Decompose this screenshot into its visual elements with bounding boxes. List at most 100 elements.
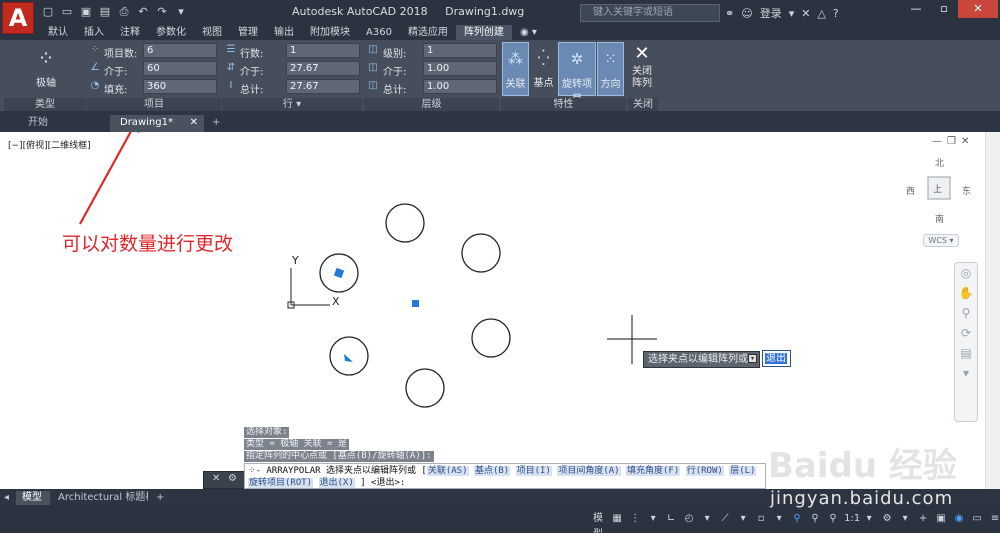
showmotion-icon[interactable]: ▤ (955, 343, 977, 363)
option-levels[interactable]: 层(L) (729, 466, 757, 476)
ribbon-toggle-icon[interactable]: ◉ ▾ (512, 25, 545, 40)
user-icon[interactable]: ☺ (741, 7, 752, 20)
print-icon[interactable]: ⎙ (116, 4, 132, 20)
snap-icon[interactable]: ⋮ (628, 511, 642, 527)
dropdown-icon[interactable]: ▾ (772, 511, 786, 527)
steering-wheel-icon[interactable]: ◎ (955, 263, 977, 283)
option-exit[interactable]: 退出(X) (318, 478, 355, 488)
option-rotate-items[interactable]: 旋转项目(ROT) (248, 478, 314, 488)
save-icon[interactable]: ▣ (78, 4, 94, 20)
tab-output[interactable]: 输出 (266, 25, 302, 40)
tab-view[interactable]: 视图 (194, 25, 230, 40)
isodraft-icon[interactable]: ⟋ (718, 511, 732, 527)
option-base-point[interactable]: 基点(B) (473, 466, 511, 476)
fill-angle-input[interactable]: 360 (143, 79, 217, 94)
tab-start[interactable]: 开始 (6, 115, 110, 132)
tab-layout-architectural[interactable]: Architectural 标题栏 (52, 491, 148, 505)
tab-nav-left-icon[interactable]: ◂ (2, 491, 11, 505)
option-angle-between[interactable]: 项目间角度(A) (557, 466, 621, 476)
tab-manage[interactable]: 管理 (230, 25, 266, 40)
viewport-close-icon[interactable]: ✕ (961, 136, 969, 147)
dropdown-icon[interactable]: ▾ (862, 511, 876, 527)
clean-screen-icon[interactable]: ▭ (970, 511, 984, 527)
close-icon[interactable]: ✕ (958, 0, 998, 18)
polar-icon[interactable]: ◴ (682, 511, 696, 527)
workspace-icon[interactable]: ▾ (173, 4, 189, 20)
ortho-icon[interactable]: ∟ (664, 511, 678, 527)
login-button[interactable]: 登录 (760, 5, 782, 21)
rows-between-input[interactable]: 27.67 (286, 61, 360, 76)
undo-icon[interactable]: ↶ (135, 4, 151, 20)
maximize-icon[interactable]: ▫ (930, 0, 958, 18)
prompt-options-icon[interactable]: ▾ (748, 354, 757, 363)
open-icon[interactable]: ▭ (59, 4, 75, 20)
command-settings-icon[interactable]: ⚙ (228, 473, 237, 484)
autocad-logo[interactable]: A (2, 2, 34, 34)
tab-annotate[interactable]: 注释 (112, 25, 148, 40)
annotation-auto-icon[interactable]: ⚲ (826, 511, 840, 527)
tab-addins[interactable]: 附加模块 (302, 25, 358, 40)
dropdown-icon[interactable]: ▾ (646, 511, 660, 527)
minimize-icon[interactable]: — (902, 0, 930, 18)
rows-count-input[interactable]: 1 (286, 43, 360, 58)
grid-icon[interactable]: ▦ (610, 511, 624, 527)
drawing-canvas[interactable]: [−][俯视][二维线框] Y X 上 北 南 西 东 — ❐ ✕ WCS ▾ … (0, 132, 1000, 489)
object-snap-icon[interactable]: ▫ (754, 511, 768, 527)
levels-between-input[interactable]: 1.00 (423, 61, 497, 76)
dropdown-icon[interactable]: ▾ (700, 511, 714, 527)
search-input[interactable]: 键入关键字或短语 (580, 4, 720, 22)
tab-drawing1[interactable]: Drawing1* ✕ (110, 115, 204, 132)
direction-button[interactable]: ⁙ 方向 (597, 42, 624, 96)
panel-title-rows[interactable]: 行 ▾ (222, 98, 362, 111)
orbit-icon[interactable]: ⟳ (955, 323, 977, 343)
items-between-input[interactable]: 60 (143, 61, 217, 76)
model-space-button[interactable]: 模型 (590, 511, 606, 533)
rotate-items-button[interactable]: ✲ 旋转项目 (558, 42, 596, 105)
wcs-menu[interactable]: WCS ▾ (923, 234, 959, 247)
tab-array-creation[interactable]: 阵列创建 (455, 25, 512, 40)
redo-icon[interactable]: ↷ (154, 4, 170, 20)
polar-type-button[interactable]: ⁘ 极轴 (28, 42, 64, 96)
scale-selector[interactable]: 1:1 (844, 511, 860, 527)
hardware-acceleration-icon[interactable]: ▣ (934, 511, 948, 527)
navbar-menu-icon[interactable]: ▾ (955, 363, 977, 383)
save-as-icon[interactable]: ▤ (97, 4, 113, 20)
rows-total-input[interactable]: 27.67 (286, 79, 360, 94)
levels-total-input[interactable]: 1.00 (423, 79, 497, 94)
new-layout-button[interactable]: + (150, 491, 166, 505)
tab-default[interactable]: 默认 (40, 25, 76, 40)
drawing-area[interactable]: Y X 上 北 南 西 东 (0, 132, 985, 489)
gear-icon[interactable]: ⚙ (880, 511, 894, 527)
tab-close-icon[interactable]: ✕ (190, 115, 198, 131)
new-icon[interactable]: ▢ (40, 4, 56, 20)
levels-count-input[interactable]: 1 (423, 43, 497, 58)
pan-icon[interactable]: ✋ (955, 283, 977, 303)
tab-parametric[interactable]: 参数化 (148, 25, 194, 40)
exchange-icon[interactable]: ✕ (801, 7, 810, 20)
vertical-scrollbar[interactable] (985, 132, 1000, 489)
dynamic-input-field[interactable]: 退出 (762, 350, 791, 367)
associative-button[interactable]: ⁂ 关联 (502, 42, 529, 96)
viewport-restore-icon[interactable]: ❐ (947, 136, 956, 147)
base-point-button[interactable]: ⁛ 基点 (530, 42, 557, 96)
new-tab-button[interactable]: + (208, 115, 224, 132)
tab-model[interactable]: 模型 (16, 491, 50, 505)
command-line[interactable]: ⁘- ARRAYPOLAR 选择夹点以编辑阵列或 [关联(AS) 基点(B) 项… (244, 463, 766, 489)
chevron-down-icon[interactable]: ▾ (789, 7, 795, 20)
customization-icon[interactable]: ≡ (988, 511, 1000, 527)
zoom-extents-icon[interactable]: ⚲ (955, 303, 977, 323)
option-rows[interactable]: 行(ROW) (685, 466, 724, 476)
share-icon[interactable]: △ (817, 7, 825, 20)
items-count-input[interactable]: 6 (143, 43, 217, 58)
tab-insert[interactable]: 插入 (76, 25, 112, 40)
close-array-button[interactable]: ✕ 关闭 阵列 (628, 42, 656, 96)
dropdown-icon[interactable]: ▾ (736, 511, 750, 527)
option-fill-angle[interactable]: 填充角度(F) (626, 466, 681, 476)
help-button[interactable]: ? (833, 7, 839, 20)
tab-featured-apps[interactable]: 精选应用 (400, 25, 456, 40)
plus-icon[interactable]: + (916, 511, 930, 527)
isolate-objects-icon[interactable]: ◉ (952, 511, 966, 527)
dropdown-icon[interactable]: ▾ (898, 511, 912, 527)
command-close-icon[interactable]: ✕ (212, 473, 220, 484)
binoculars-icon[interactable]: ⚭ (725, 7, 734, 20)
